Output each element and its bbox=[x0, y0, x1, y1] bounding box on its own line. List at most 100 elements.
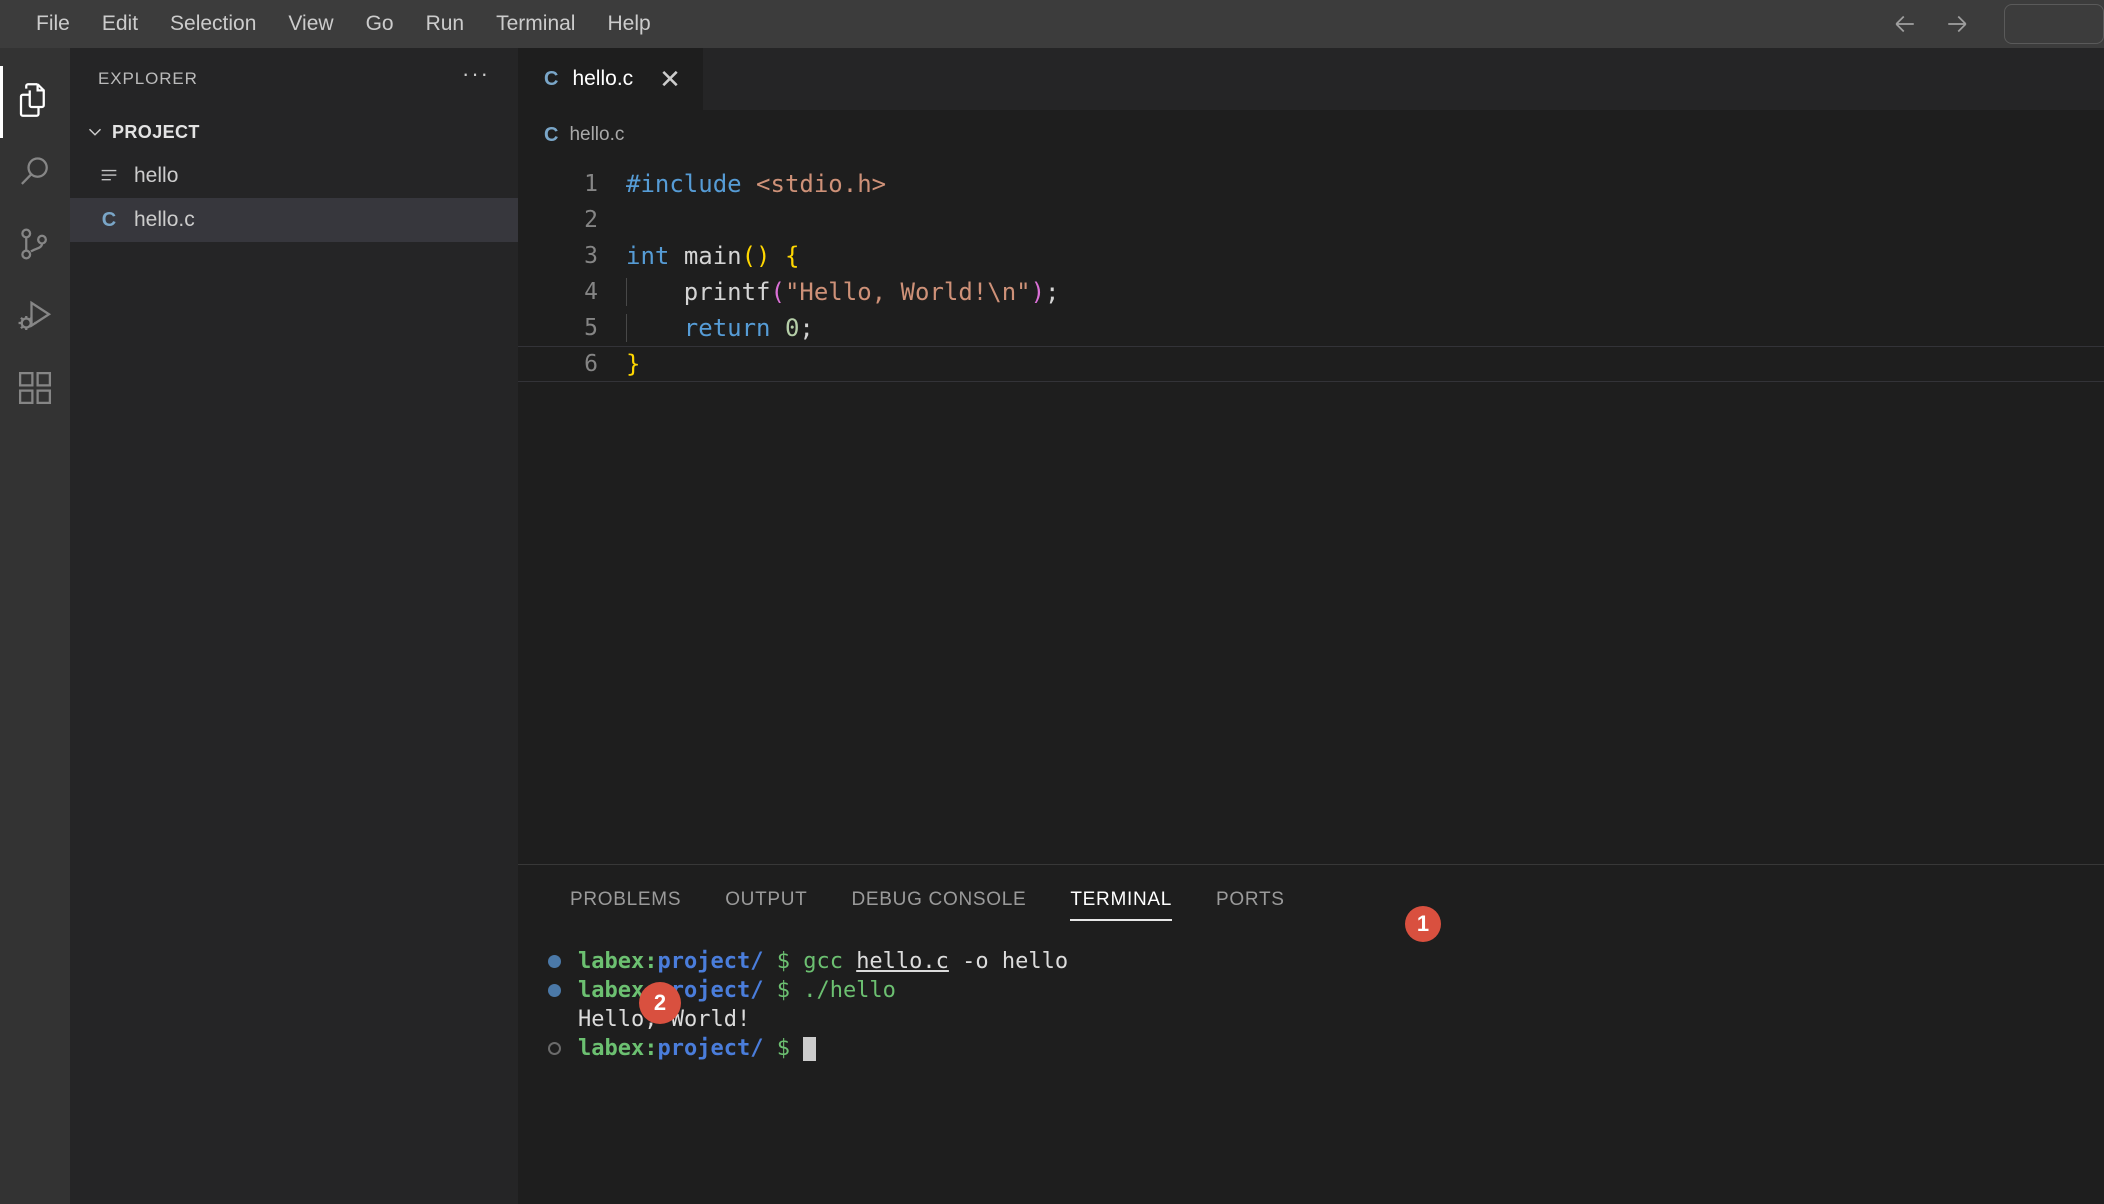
editor-tab-bar: C hello.c ✕ bbox=[518, 48, 2104, 110]
activity-item-explorer[interactable] bbox=[0, 66, 70, 138]
terminal-prompt-user: labex: bbox=[578, 949, 658, 974]
code-line: 5 return 0; bbox=[518, 310, 2104, 346]
explorer-file-hello-c[interactable]: C hello.c bbox=[70, 198, 518, 242]
terminal-command-args: -o hello bbox=[948, 949, 1069, 974]
sidebar-explorer: EXPLORER ··· PROJECT hello C hello.c bbox=[70, 48, 518, 1204]
tab-label: hello.c bbox=[572, 67, 634, 90]
files-icon bbox=[14, 79, 56, 126]
chevron-down-icon bbox=[82, 119, 108, 145]
terminal-cursor bbox=[803, 1036, 817, 1061]
tab-bar-empty-space bbox=[702, 48, 2104, 110]
panel-tab-terminal[interactable]: TERMINAL bbox=[1048, 865, 1194, 935]
activity-item-run-debug[interactable] bbox=[0, 282, 70, 354]
line-number: 4 bbox=[584, 279, 598, 305]
panel-tab-problems[interactable]: PROBLEMS bbox=[548, 865, 703, 935]
command-status-success-icon bbox=[548, 984, 578, 997]
line-number: 6 bbox=[584, 351, 598, 377]
vscode-window: File Edit Selection View Go Run Terminal… bbox=[0, 0, 2104, 1204]
panel-tab-bar: PROBLEMS OUTPUT DEBUG CONSOLE TERMINAL P… bbox=[518, 865, 2104, 935]
activity-item-extensions[interactable] bbox=[0, 354, 70, 426]
menu-item-help[interactable]: Help bbox=[591, 0, 666, 48]
code-line-active: 6 } bbox=[518, 346, 2104, 382]
bottom-panel: PROBLEMS OUTPUT DEBUG CONSOLE TERMINAL P… bbox=[518, 864, 2104, 1204]
line-number: 3 bbox=[584, 243, 598, 269]
code-line-content: #include <stdio.h> bbox=[626, 170, 887, 198]
explorer-more-actions-icon[interactable]: ··· bbox=[462, 63, 490, 89]
line-number: 2 bbox=[584, 207, 598, 233]
code-line: 2 bbox=[518, 202, 2104, 238]
code-line-content: } bbox=[626, 350, 641, 378]
panel-tab-output[interactable]: OUTPUT bbox=[703, 865, 829, 935]
close-icon[interactable]: ✕ bbox=[659, 66, 681, 92]
extensions-icon bbox=[14, 367, 56, 414]
c-file-icon: C bbox=[101, 208, 117, 231]
arrow-right-icon[interactable] bbox=[1942, 9, 1972, 39]
menu-item-selection[interactable]: Selection bbox=[154, 0, 272, 48]
annotation-badge-2: 2 bbox=[639, 982, 681, 1024]
terminal-command: ./hello bbox=[803, 978, 896, 1003]
breadcrumb: C hello.c bbox=[518, 110, 2104, 160]
terminal-line: labex: project/ $ ./hello bbox=[548, 976, 2104, 1005]
command-status-success-icon bbox=[548, 955, 578, 968]
code-lines: 1 #include <stdio.h> 2 3 int main() { 4 … bbox=[518, 166, 2104, 382]
explorer-file-label: hello bbox=[134, 164, 179, 187]
workbench: EXPLORER ··· PROJECT hello C hello.c C h… bbox=[0, 48, 2104, 1204]
code-line: 3 int main() { bbox=[518, 238, 2104, 274]
command-center-input[interactable] bbox=[2004, 4, 2104, 44]
terminal-prompt-path: project/ bbox=[657, 949, 764, 974]
tab-hello-c[interactable]: C hello.c ✕ bbox=[518, 48, 703, 110]
explorer-file-hello[interactable]: hello bbox=[70, 154, 518, 198]
git-branch-icon bbox=[14, 223, 56, 270]
breadcrumb-label[interactable]: hello.c bbox=[569, 124, 624, 146]
explorer-file-label: hello.c bbox=[134, 208, 195, 231]
panel-tab-debug-console[interactable]: DEBUG CONSOLE bbox=[830, 865, 1049, 935]
menu-item-edit[interactable]: Edit bbox=[86, 0, 154, 48]
editor-area: C hello.c ✕ C hello.c 1 #include <stdio.… bbox=[518, 48, 2104, 1204]
menu-item-terminal[interactable]: Terminal bbox=[480, 0, 591, 48]
code-line: 4 printf("Hello, World!\n"); bbox=[518, 274, 2104, 310]
search-icon bbox=[14, 151, 56, 198]
panel-tab-ports[interactable]: PORTS bbox=[1194, 865, 1307, 935]
terminal-line: labex: project/ $ gcc hello.c -o hello bbox=[548, 947, 2104, 976]
menu-item-go[interactable]: Go bbox=[350, 0, 410, 48]
line-number: 1 bbox=[584, 171, 598, 197]
menu-item-view[interactable]: View bbox=[272, 0, 349, 48]
code-line-content: int main() { bbox=[626, 242, 800, 270]
indent-guide bbox=[626, 278, 627, 306]
arrow-left-icon[interactable] bbox=[1890, 9, 1920, 39]
terminal-output[interactable]: labex: project/ $ gcc hello.c -o hello la… bbox=[518, 935, 2104, 1204]
code-line-content: printf("Hello, World!\n"); bbox=[626, 278, 1060, 306]
terminal-command-keyword: gcc bbox=[803, 949, 857, 974]
activity-bar bbox=[0, 48, 70, 1204]
explorer-header: EXPLORER ··· bbox=[70, 48, 518, 110]
terminal-prompt-symbol: $ bbox=[776, 949, 790, 974]
run-debug-icon bbox=[14, 295, 56, 342]
explorer-section-project[interactable]: PROJECT bbox=[70, 110, 518, 154]
menu-item-file[interactable]: File bbox=[20, 0, 86, 48]
title-bar: File Edit Selection View Go Run Terminal… bbox=[0, 0, 2104, 48]
menu-bar: File Edit Selection View Go Run Terminal… bbox=[0, 0, 667, 48]
terminal-prompt-path: project/ bbox=[657, 1036, 764, 1061]
code-line-content: return 0; bbox=[626, 314, 814, 342]
terminal-prompt-symbol: $ bbox=[776, 978, 790, 1003]
code-line: 1 #include <stdio.h> bbox=[518, 166, 2104, 202]
c-file-icon: C bbox=[544, 67, 559, 90]
terminal-file-link[interactable]: hello.c bbox=[856, 949, 949, 974]
binary-file-icon bbox=[96, 165, 122, 187]
menu-item-run[interactable]: Run bbox=[410, 0, 481, 48]
activity-item-source-control[interactable] bbox=[0, 210, 70, 282]
title-bar-right bbox=[1890, 0, 2104, 48]
terminal-prompt-user: labex: bbox=[578, 1036, 658, 1061]
indent-guide bbox=[626, 314, 627, 342]
annotation-badge-1: 1 bbox=[1405, 906, 1441, 942]
terminal-prompt-symbol: $ bbox=[776, 1036, 790, 1061]
explorer-section-label: PROJECT bbox=[112, 121, 200, 142]
c-file-icon: C bbox=[544, 123, 559, 146]
terminal-line-current: labex: project/ $ bbox=[548, 1034, 2104, 1063]
terminal-line: Hello, World! bbox=[548, 1005, 2104, 1034]
activity-item-search[interactable] bbox=[0, 138, 70, 210]
explorer-title: EXPLORER bbox=[98, 69, 198, 88]
line-number: 5 bbox=[584, 315, 598, 341]
command-status-pending-icon bbox=[548, 1042, 578, 1055]
code-editor[interactable]: 1 #include <stdio.h> 2 3 int main() { 4 … bbox=[518, 160, 2104, 864]
